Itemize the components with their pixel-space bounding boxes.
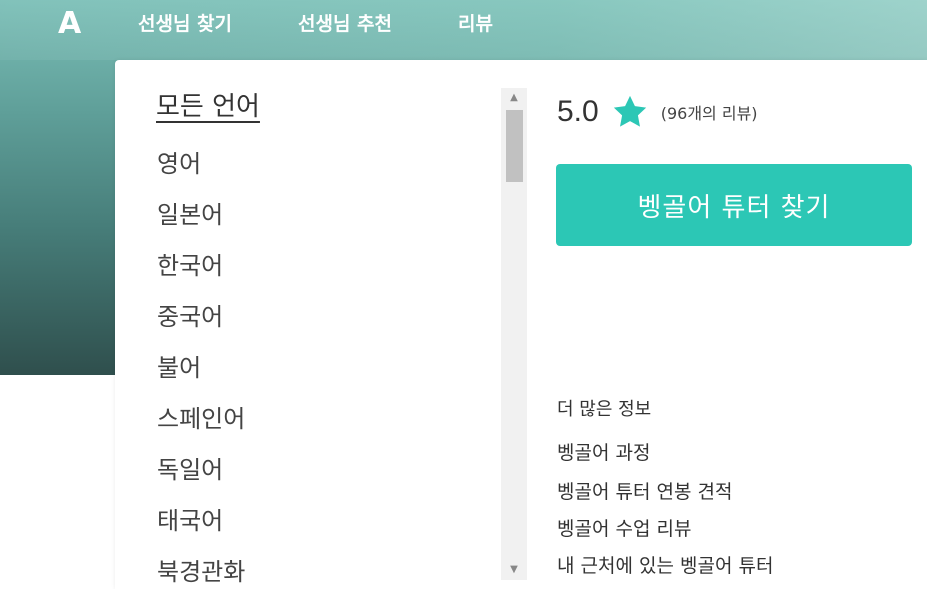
more-info-title: 더 많은 정보 (557, 399, 652, 420)
language-item[interactable]: 영어 (157, 148, 201, 180)
language-dropdown-panel: 모든 언어 영어 일본어 한국어 중국어 불어 스페인어 독일어 태국어 북경관… (115, 60, 927, 589)
scroll-down-arrow-icon[interactable]: ▼ (501, 560, 527, 580)
language-list-scrollbar[interactable]: ▲ ▼ (501, 88, 527, 580)
scrollbar-thumb[interactable] (506, 110, 523, 182)
language-item[interactable]: 태국어 (157, 505, 223, 537)
rating-summary: 5.0 (96개의 리뷰) (557, 92, 758, 132)
find-bengali-tutor-button[interactable]: 벵골어 튜터 찾기 (556, 164, 912, 246)
language-list: 모든 언어 영어 일본어 한국어 중국어 불어 스페인어 독일어 태국어 북경관… (115, 88, 501, 589)
nav-link-find-teacher[interactable]: 선생님 찾기 (138, 12, 232, 36)
language-item[interactable]: 불어 (157, 352, 201, 384)
nav-link-recommend-teacher[interactable]: 선생님 추천 (298, 12, 392, 36)
info-link-bengali-courses[interactable]: 벵골어 과정 (557, 438, 650, 465)
info-link-nearby-tutors[interactable]: 내 근처에 있는 벵골어 튜터 (557, 551, 773, 578)
language-item[interactable]: 독일어 (157, 454, 223, 486)
rating-count: (96개의 리뷰) (660, 104, 758, 123)
info-link-tutor-salary[interactable]: 벵골어 튜터 연봉 견적 (557, 477, 732, 504)
language-item[interactable]: 한국어 (157, 250, 223, 282)
language-item[interactable]: 중국어 (157, 301, 223, 333)
info-link-lesson-reviews[interactable]: 벵골어 수업 리뷰 (557, 514, 691, 541)
rating-value: 5.0 (557, 95, 599, 128)
logo[interactable]: A (58, 8, 92, 40)
scroll-up-arrow-icon[interactable]: ▲ (501, 88, 527, 108)
language-item[interactable]: 일본어 (157, 199, 223, 231)
top-navigation: A 선생님 찾기 선생님 추천 리뷰 (0, 0, 927, 48)
language-item[interactable]: 북경관화 (157, 556, 245, 588)
star-icon (613, 95, 646, 127)
nav-link-reviews[interactable]: 리뷰 (458, 12, 493, 36)
language-item[interactable]: 스페인어 (157, 403, 245, 435)
language-item-all[interactable]: 모든 언어 (156, 88, 260, 126)
